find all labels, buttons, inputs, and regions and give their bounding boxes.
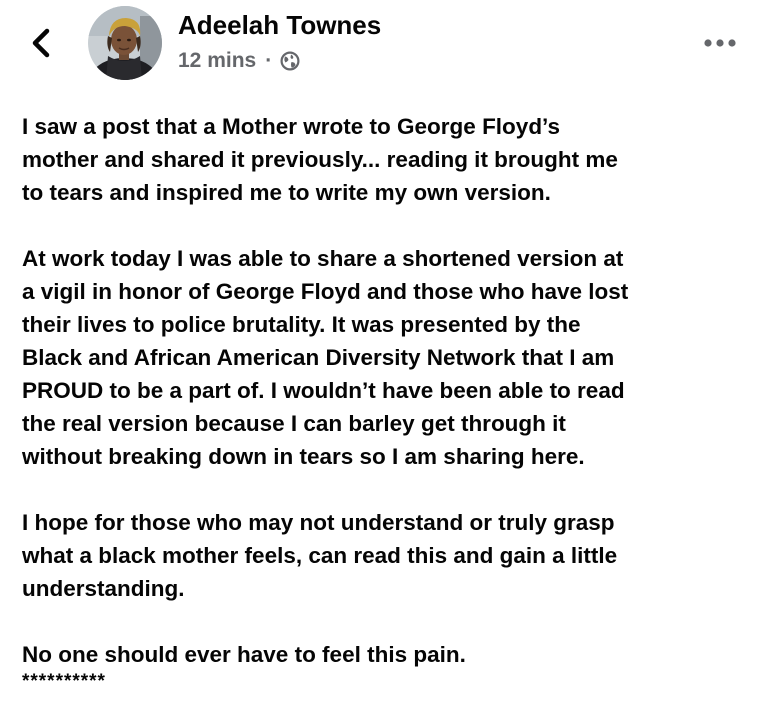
- back-button[interactable]: [26, 26, 56, 60]
- post-paragraph: I hope for those who may not understand …: [22, 510, 618, 601]
- author-name[interactable]: Adeelah Townes: [178, 10, 381, 41]
- meta-separator: ·: [265, 49, 273, 72]
- avatar-photo: [88, 6, 162, 80]
- more-options-button[interactable]: [700, 28, 740, 58]
- more-horizontal-icon: [704, 39, 736, 47]
- globe-icon[interactable]: [280, 51, 300, 71]
- post-paragraph: At work today I was able to share a shor…: [22, 246, 629, 469]
- post-text: I saw a post that a Mother wrote to Geor…: [22, 110, 752, 693]
- avatar[interactable]: [88, 6, 162, 80]
- chevron-left-icon: [32, 28, 50, 58]
- post-paragraph: I saw a post that a Mother wrote to Geor…: [22, 114, 618, 205]
- post-meta: 12 mins ·: [178, 46, 300, 76]
- post-header: Adeelah Townes 12 mins ·: [0, 0, 763, 100]
- timestamp[interactable]: 12 mins: [178, 49, 256, 73]
- post-paragraph: No one should ever have to feel this pai…: [22, 642, 466, 667]
- stars-divider: **********: [22, 671, 106, 692]
